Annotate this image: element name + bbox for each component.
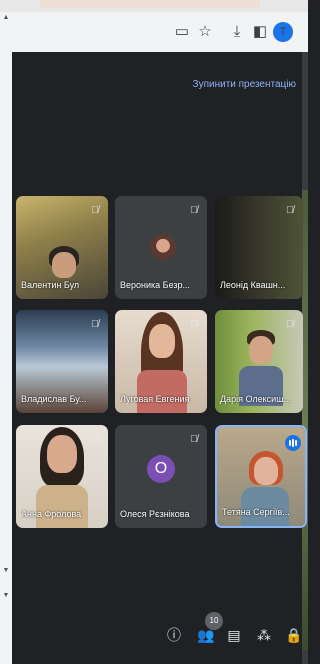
mic-off-icon: 🎙̸ — [190, 319, 198, 330]
sidebar-icon[interactable]: ◧ — [250, 22, 270, 42]
activities-icon[interactable]: ⁂ — [254, 624, 274, 646]
meet-area: Зупинити презентацію 🎙̸ Валентин Бул 🎙̸ … — [12, 52, 307, 664]
participant-name: Тетяна Сергіїв... — [222, 507, 290, 517]
window-top-tint — [40, 0, 260, 8]
participant-tile-1[interactable]: 🎙̸ Валентин Бул — [16, 196, 108, 299]
mic-off-icon: 🎙̸ — [286, 319, 294, 330]
participant-tile-5[interactable]: 🎙̸ Луговая Евгения — [115, 310, 207, 413]
participant-tile-3[interactable]: 🎙̸ Леонід Квашн... — [215, 196, 303, 299]
participant-tile-8[interactable]: О 🎙̸ Олеся Рєзнікова — [115, 425, 207, 528]
scroll-up-arrow-icon[interactable]: ▲ — [1, 14, 11, 21]
participant-name: Леонід Квашн... — [220, 280, 286, 290]
participant-tile-6[interactable]: 🎙̸ Дарія Олексиш... — [215, 310, 303, 413]
participant-name: Анна Фролова — [21, 509, 82, 519]
browser-toolbar: ▭ ☆ ⤓ ◧ T — [12, 12, 308, 53]
scroll-down-arrow-icon[interactable]: ▼ — [1, 567, 11, 574]
host-controls-icon[interactable]: 🔒 — [284, 624, 304, 646]
participant-tile-4[interactable]: 🎙̸ Владислав Бу... — [16, 310, 108, 413]
meet-controls-bar: ⓘ 10 👥 ▤ ⁂ 🔒 — [12, 612, 308, 664]
participant-name: Луговая Евгения — [120, 394, 190, 404]
mic-off-icon: 🎙̸ — [91, 205, 99, 216]
participant-tile-7[interactable]: 🎙̸ Анна Фролова — [16, 425, 108, 528]
meeting-info-icon[interactable]: ⓘ — [164, 624, 184, 646]
participant-name: Олеся Рєзнікова — [120, 509, 190, 519]
participant-tile-2[interactable]: 🎙̸ Вероника Безр... — [115, 196, 207, 299]
participant-name: Дарія Олексиш... — [220, 394, 291, 404]
participant-initial-avatar: О — [147, 455, 175, 483]
download-icon[interactable]: ⤓ — [227, 22, 247, 42]
stop-presenting-link[interactable]: Зупинити презентацію — [193, 79, 296, 90]
video-icon[interactable]: ▭ — [172, 22, 192, 42]
scroll-down-arrow-icon-2[interactable]: ▼ — [1, 592, 11, 599]
participant-tile-9[interactable]: Тетяна Сергіїв... — [215, 425, 307, 528]
participant-name: Валентин Бул — [21, 280, 80, 290]
star-icon[interactable]: ☆ — [195, 22, 215, 42]
mic-off-icon: 🎙̸ — [190, 205, 198, 216]
profile-avatar[interactable]: T — [273, 22, 293, 42]
mic-off-icon: 🎙̸ — [190, 434, 198, 445]
participant-name: Вероника Безр... — [120, 280, 191, 290]
participant-name: Владислав Бу... — [21, 394, 87, 404]
mic-off-icon: 🎙̸ — [91, 434, 99, 445]
speaking-indicator-icon — [285, 435, 301, 451]
mic-off-icon: 🎙̸ — [286, 205, 294, 216]
chat-icon[interactable]: ▤ — [224, 624, 244, 646]
mic-off-icon: 🎙̸ — [91, 319, 99, 330]
people-icon[interactable]: 👥 — [196, 624, 216, 646]
